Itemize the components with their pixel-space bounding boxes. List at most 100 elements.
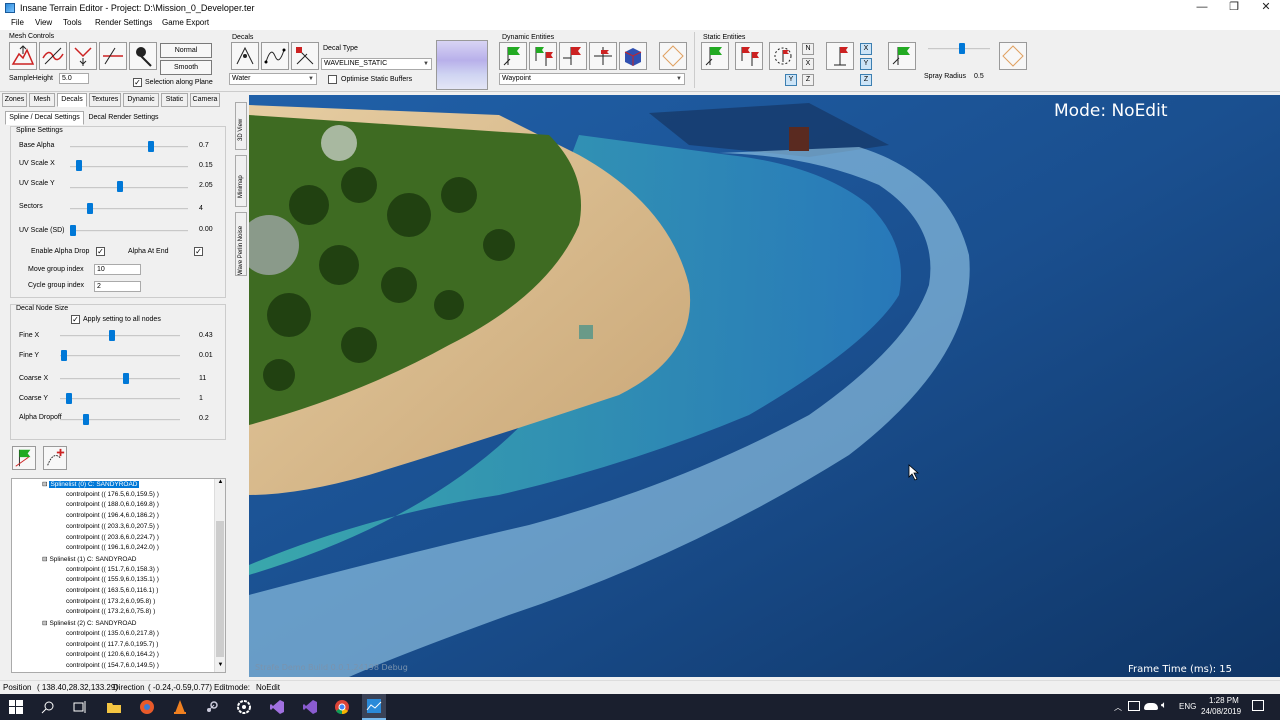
- fine-y-slider[interactable]: [61, 350, 68, 361]
- optimise-static-buffers-checkbox[interactable]: [328, 75, 337, 84]
- decal-texture-preview[interactable]: [436, 40, 488, 90]
- menu-file[interactable]: File: [11, 18, 24, 27]
- scale-axis-x-button[interactable]: X: [860, 43, 872, 55]
- spline-tree-view[interactable]: ⊟ Splinelist (0) C: SANDYROAD controlpoint…: [11, 478, 226, 673]
- action-center-icon[interactable]: [1252, 700, 1264, 711]
- sample-height-input[interactable]: 5.0: [59, 73, 89, 84]
- static-spray-button[interactable]: [888, 42, 916, 70]
- tab-camera[interactable]: Camera: [190, 93, 220, 107]
- dynamic-move-button[interactable]: [589, 42, 617, 70]
- collapse-icon[interactable]: ⊟: [42, 620, 47, 627]
- sectors-slider[interactable]: [86, 203, 93, 214]
- tree-splinelist-item[interactable]: ⊟ Splinelist (0) C: SANDYROAD: [42, 480, 139, 488]
- dynamic-entity-select[interactable]: Waypoint ▼: [499, 73, 685, 85]
- alpha-at-end-checkbox[interactable]: ✓: [194, 247, 203, 256]
- tree-controlpoint-item[interactable]: controlpoint (( 117.7,6.0,195.7) ): [66, 641, 158, 648]
- tab-dynamic[interactable]: Dynamic: [123, 93, 159, 107]
- scroll-down-icon[interactable]: ▼: [216, 662, 225, 672]
- tree-controlpoint-item[interactable]: controlpoint (( 154.7,6.0,149.5) ): [66, 662, 159, 669]
- decal-edit-button[interactable]: [291, 42, 319, 70]
- task-view-button[interactable]: [70, 697, 90, 717]
- search-button[interactable]: [38, 697, 58, 717]
- collapse-icon[interactable]: ⊟: [42, 556, 47, 563]
- tab-textures[interactable]: Textures: [89, 93, 121, 107]
- tree-controlpoint-item[interactable]: controlpoint (( 203.3,6.0,207.5) ): [66, 523, 159, 530]
- apply-all-nodes-checkbox[interactable]: ✓: [71, 315, 80, 324]
- onedrive-icon[interactable]: [1144, 703, 1158, 710]
- tab-zones[interactable]: Zones: [2, 93, 27, 107]
- scroll-up-icon[interactable]: ▲: [216, 479, 225, 489]
- coarse-y-slider[interactable]: [65, 393, 72, 404]
- notification-area-icon[interactable]: [1128, 701, 1140, 711]
- fine-x-slider[interactable]: [109, 330, 116, 341]
- dynamic-link-button[interactable]: [529, 42, 557, 70]
- decal-place-button[interactable]: [231, 42, 259, 70]
- dynamic-clear-button[interactable]: [659, 42, 687, 70]
- app-button-1[interactable]: [137, 697, 157, 717]
- tree-scrollbar[interactable]: ▲ ▼: [214, 479, 225, 672]
- close-button[interactable]: ✕: [1250, 0, 1280, 16]
- file-explorer-button[interactable]: [104, 697, 124, 717]
- tree-controlpoint-item[interactable]: controlpoint (( 196.4,6.0,186.2) ): [66, 512, 159, 519]
- enable-alpha-drop-checkbox[interactable]: ✓: [96, 247, 105, 256]
- static-rotate-button[interactable]: [769, 42, 797, 70]
- menu-render-settings[interactable]: Render Settings: [95, 18, 152, 27]
- decal-spline-button[interactable]: [261, 42, 289, 70]
- axis-y-button[interactable]: Y: [785, 74, 797, 86]
- scale-axis-y-button[interactable]: Y: [860, 58, 872, 70]
- uv-scale-sd-slider[interactable]: [70, 225, 76, 236]
- tree-controlpoint-item[interactable]: controlpoint (( 135.0,6.0,217.8) ): [66, 630, 159, 637]
- tab-spline-decal-settings[interactable]: Spline / Decal Settings: [5, 111, 84, 125]
- move-group-index-input[interactable]: 10: [94, 264, 141, 275]
- tree-controlpoint-item[interactable]: controlpoint (( 120.6,6.0,164.2) ): [66, 651, 159, 658]
- mesh-flatten-tool-button[interactable]: [99, 42, 127, 70]
- axis-x-button[interactable]: X: [802, 58, 814, 70]
- axis-n-button[interactable]: N: [802, 43, 814, 55]
- show-hidden-icons-icon[interactable]: ︿: [1114, 702, 1122, 713]
- tab-static[interactable]: Static: [161, 93, 188, 107]
- uv-scale-x-slider[interactable]: [75, 160, 82, 171]
- chrome-button[interactable]: [332, 697, 352, 717]
- spray-radius-slider[interactable]: [958, 43, 965, 54]
- vlc-button[interactable]: [170, 697, 190, 717]
- tree-controlpoint-item[interactable]: controlpoint (( 173.2,6.0,75.8) ): [66, 608, 155, 615]
- tree-controlpoint-item[interactable]: controlpoint (( 151.7,6.0,158.3) ): [66, 566, 159, 573]
- static-link-button[interactable]: [735, 42, 763, 70]
- tree-splinelist-item[interactable]: ⊟ Splinelist (1) C: SANDYROAD: [42, 555, 137, 563]
- side-tab-3d-view[interactable]: 3D View: [235, 102, 247, 150]
- cycle-group-index-input[interactable]: 2: [94, 281, 141, 292]
- decal-category-select[interactable]: Water ▼: [229, 73, 317, 85]
- collapse-icon[interactable]: ⊟: [42, 481, 47, 488]
- maximize-button[interactable]: ❐: [1218, 0, 1250, 16]
- tree-splinelist-item[interactable]: ⊟ Splinelist (2) C: SANDYROAD: [42, 619, 137, 627]
- dynamic-add-button[interactable]: [499, 42, 527, 70]
- mesh-select-tool-button[interactable]: [129, 42, 157, 70]
- normal-button[interactable]: Normal: [160, 43, 212, 58]
- menu-game-export[interactable]: Game Export: [162, 18, 209, 27]
- side-tab-minimap[interactable]: Minimap: [235, 155, 247, 207]
- menu-tools[interactable]: Tools: [63, 18, 82, 27]
- scale-axis-z-button[interactable]: Z: [860, 74, 872, 86]
- decal-type-select[interactable]: WAVELINE_STATIC ▼: [321, 58, 432, 70]
- terrain-editor-taskbar-button[interactable]: [362, 694, 386, 720]
- mesh-raise-tool-button[interactable]: [9, 42, 37, 70]
- menu-view[interactable]: View: [35, 18, 52, 27]
- clock-date[interactable]: 24/08/2019: [1201, 707, 1241, 716]
- app-button-2[interactable]: [234, 697, 254, 717]
- selection-along-plane-checkbox[interactable]: ✓: [133, 78, 142, 87]
- tab-decal-render-settings[interactable]: Decal Render Settings: [86, 112, 161, 126]
- add-spline-button[interactable]: [12, 446, 36, 470]
- axis-z-button[interactable]: Z: [802, 74, 814, 86]
- static-clear-button[interactable]: [999, 42, 1027, 70]
- static-place-button[interactable]: [701, 42, 729, 70]
- start-button[interactable]: [6, 697, 26, 717]
- alpha-dropoff-slider[interactable]: [82, 414, 89, 425]
- add-controlpoint-button[interactable]: [43, 446, 67, 470]
- tab-mesh[interactable]: Mesh: [29, 93, 55, 107]
- clock-time[interactable]: 1:28 PM: [1209, 696, 1239, 705]
- tree-controlpoint-item[interactable]: controlpoint (( 203.6,6.0,224.7) ): [66, 534, 159, 541]
- tree-controlpoint-item[interactable]: controlpoint (( 155.9,6.0,135.1) ): [66, 576, 159, 583]
- visual-studio-button[interactable]: [267, 697, 287, 717]
- tree-controlpoint-item[interactable]: controlpoint (( 188.0,6.0,169.8) ): [66, 501, 159, 508]
- visual-studio-button-2[interactable]: [300, 697, 320, 717]
